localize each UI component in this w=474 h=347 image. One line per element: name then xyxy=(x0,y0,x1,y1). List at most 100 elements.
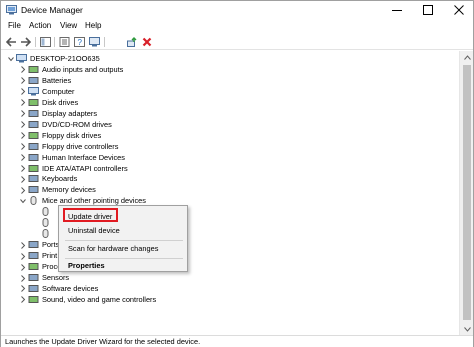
device-manager-app-icon xyxy=(6,5,17,15)
device-tree[interactable]: DESKTOP-21OO635 Audio inputs and outputs B… xyxy=(1,51,459,335)
tree-row[interactable]: Keyboards xyxy=(1,173,459,184)
uninstall-device-button[interactable] xyxy=(140,36,153,48)
expand-toggle[interactable] xyxy=(20,154,26,162)
title-bar[interactable]: Device Manager xyxy=(1,1,473,19)
mouse-icon xyxy=(30,196,37,206)
device-manager-window: Device Manager File Action View Help ? D… xyxy=(0,0,474,347)
menu-view[interactable]: View xyxy=(59,21,78,30)
menu-help[interactable]: Help xyxy=(84,21,102,30)
expand-toggle[interactable] xyxy=(20,263,26,271)
svg-text:?: ? xyxy=(78,38,83,47)
tree-row[interactable]: Floppy disk drives xyxy=(1,130,459,141)
expand-toggle[interactable] xyxy=(20,77,26,85)
console-tree-button[interactable] xyxy=(39,36,52,48)
expand-toggle[interactable] xyxy=(20,274,26,282)
mouse-icon xyxy=(42,207,49,217)
chevron-right-icon xyxy=(21,110,26,118)
forward-icon xyxy=(21,37,31,47)
menu-action[interactable]: Action xyxy=(28,21,52,30)
tree-row[interactable]: Computer xyxy=(1,86,459,97)
expand-toggle[interactable] xyxy=(20,241,26,249)
software-device-icon xyxy=(28,284,39,292)
window-title: Device Manager xyxy=(21,5,83,15)
tree-row-label: Sensors xyxy=(42,273,70,282)
tree-row[interactable]: Disk drives xyxy=(1,97,459,108)
sound-icon xyxy=(28,295,39,303)
expand-toggle[interactable] xyxy=(20,99,26,107)
expand-toggle[interactable] xyxy=(20,88,26,96)
tree-row-label: Keyboards xyxy=(42,174,78,184)
menu-bar: File Action View Help xyxy=(1,19,473,34)
chevron-right-icon xyxy=(21,132,26,139)
battery-icon xyxy=(28,76,39,84)
tree-row[interactable]: DESKTOP-21OO635 xyxy=(1,53,459,64)
expand-toggle[interactable] xyxy=(20,296,26,304)
tree-row[interactable]: Human Interface Devices xyxy=(1,152,459,163)
ctx-uninstall-device[interactable]: Uninstall device xyxy=(60,224,186,237)
tree-row-label: Floppy drive controllers xyxy=(42,141,119,151)
tree-row-label: Disk drives xyxy=(42,97,79,107)
printer-icon xyxy=(28,252,39,260)
tree-row[interactable]: Software devices xyxy=(1,283,459,294)
expand-toggle[interactable] xyxy=(20,197,26,205)
tree-row[interactable]: Sensors xyxy=(1,272,459,283)
maximize-button[interactable] xyxy=(414,1,442,19)
ctx-properties[interactable]: Properties xyxy=(60,259,186,272)
vertical-scrollbar[interactable] xyxy=(459,51,473,335)
mouse-icon xyxy=(42,229,49,239)
tree-row[interactable]: Sound, video and game controllers xyxy=(1,294,459,305)
expand-toggle[interactable] xyxy=(20,121,26,129)
ctx-scan-hardware[interactable]: Scan for hardware changes xyxy=(60,242,186,255)
forward-button[interactable] xyxy=(19,36,32,48)
display-adapter-icon xyxy=(28,109,39,117)
tree-row[interactable]: Batteries xyxy=(1,75,459,86)
chevron-right-icon xyxy=(21,296,26,304)
ctx-properties-label: Properties xyxy=(68,261,105,270)
expand-toggle[interactable] xyxy=(20,143,26,151)
back-button[interactable] xyxy=(5,36,18,48)
minimize-button[interactable] xyxy=(383,1,411,19)
ctx-scan-hardware-label: Scan for hardware changes xyxy=(68,244,159,253)
update-driver-button[interactable] xyxy=(126,36,139,48)
close-button[interactable] xyxy=(445,1,473,19)
floppy-disk-icon xyxy=(28,131,39,139)
mouse-icon xyxy=(42,218,49,228)
tree-row[interactable]: IDE ATA/ATAPI controllers xyxy=(1,163,459,174)
tree-row[interactable]: Audio inputs and outputs xyxy=(1,64,459,75)
tree-row[interactable]: Memory devices xyxy=(1,184,459,195)
back-icon xyxy=(6,37,16,47)
chevron-right-icon xyxy=(21,241,26,249)
menu-file[interactable]: File xyxy=(7,21,22,30)
maximize-icon xyxy=(423,5,433,15)
memory-icon xyxy=(28,186,39,194)
expand-toggle[interactable] xyxy=(20,175,26,183)
chevron-right-icon xyxy=(21,263,26,271)
expand-toggle[interactable] xyxy=(20,110,26,118)
expand-toggle[interactable] xyxy=(20,186,26,194)
scroll-down-button[interactable] xyxy=(460,323,474,335)
tree-row-label: Floppy disk drives xyxy=(42,130,102,140)
chevron-right-icon xyxy=(21,88,26,96)
help-icon: ? xyxy=(74,37,85,47)
close-icon xyxy=(454,5,464,15)
tree-row[interactable]: DVD/CD-ROM drives xyxy=(1,119,459,130)
expand-toggle[interactable] xyxy=(20,66,26,74)
scroll-thumb[interactable] xyxy=(463,65,471,320)
expand-toggle[interactable] xyxy=(20,132,26,140)
tree-row-label: DVD/CD-ROM drives xyxy=(42,119,112,129)
tree-row[interactable]: Floppy drive controllers xyxy=(1,141,459,152)
scroll-up-button[interactable] xyxy=(460,51,474,63)
chevron-up-icon xyxy=(463,54,471,60)
help-button[interactable]: ? xyxy=(73,36,86,48)
tree-row[interactable]: Display adapters xyxy=(1,108,459,119)
expand-toggle[interactable] xyxy=(20,252,26,260)
expand-toggle[interactable] xyxy=(20,285,26,293)
expand-toggle[interactable] xyxy=(8,55,14,63)
highlight-annotation xyxy=(63,208,118,222)
tree-row-label: Human Interface Devices xyxy=(42,152,125,162)
tree-row-label: Audio inputs and outputs xyxy=(42,64,124,74)
show-computer-button[interactable] xyxy=(88,36,101,48)
show-computer-icon xyxy=(89,37,100,47)
properties-button[interactable] xyxy=(58,36,71,48)
expand-toggle[interactable] xyxy=(20,165,26,173)
